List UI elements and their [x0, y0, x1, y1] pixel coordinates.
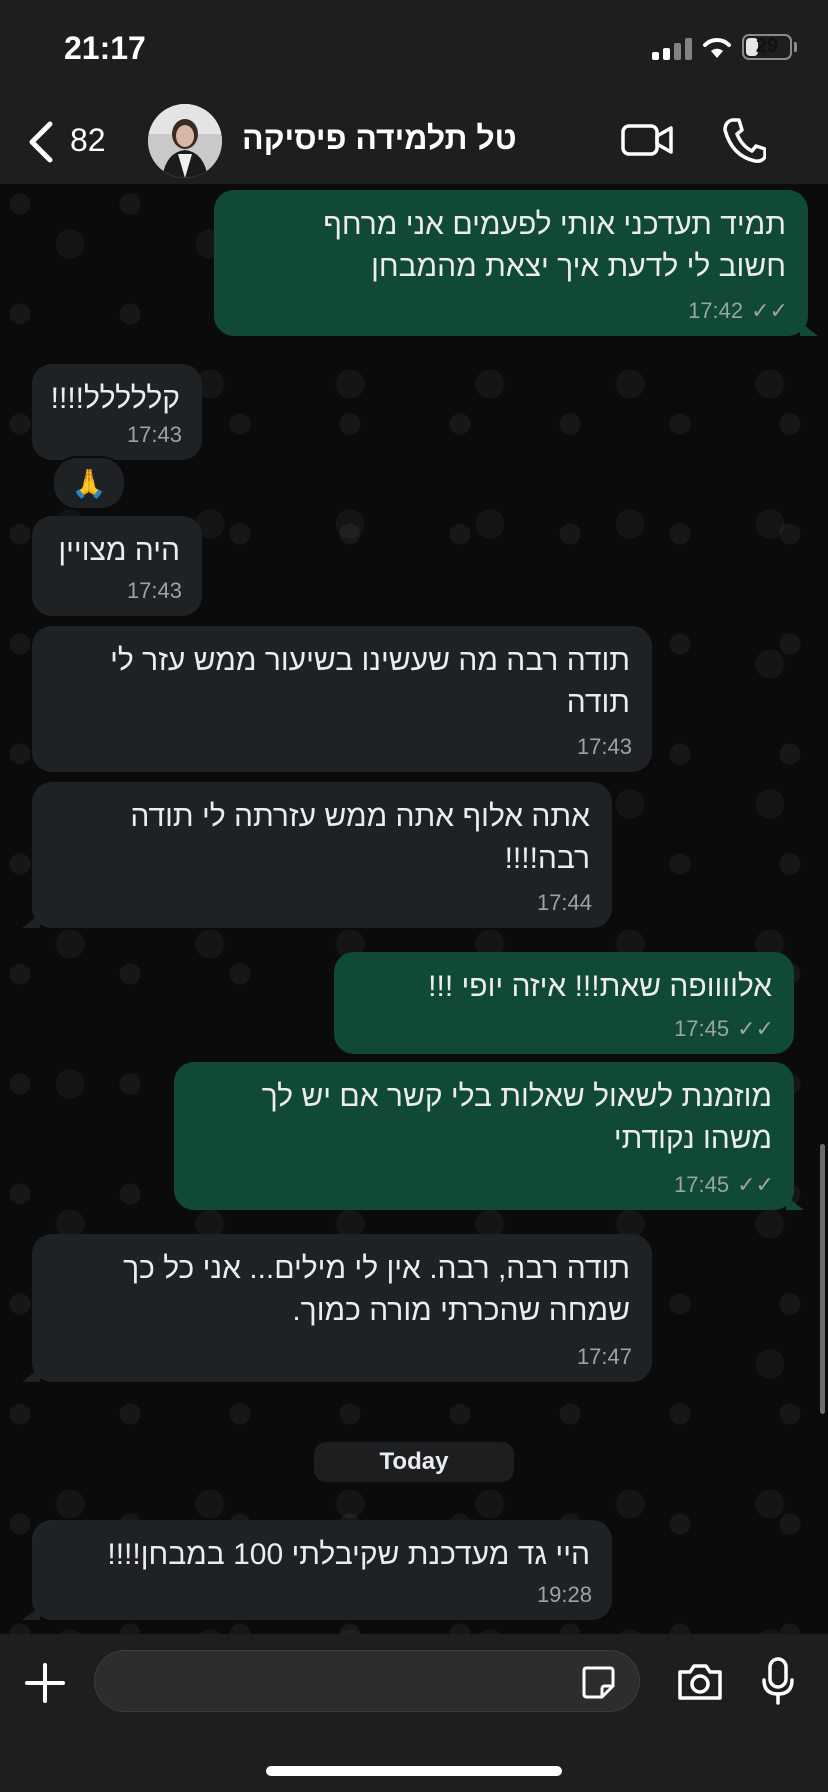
message-text: אתה אלוף אתה ממש עזרתה לי תודה רבה!!!! [130, 800, 590, 875]
message-bubble-incoming[interactable]: היה מצויין 17:43 [32, 516, 202, 616]
video-camera-icon[interactable] [620, 118, 674, 162]
scrollbar[interactable] [820, 1144, 825, 1414]
chat-header: 82 טל תלמידה פיסיקה [0, 100, 828, 184]
message-time: 17:45 ✓✓ [674, 1172, 774, 1197]
message-text: היה מצויין [58, 534, 180, 567]
unread-count[interactable]: 82 [70, 122, 106, 159]
home-indicator[interactable] [266, 1766, 562, 1776]
message-text: תודה רבה מה שעשינו בשיעור ממש עזר לי תוד… [110, 644, 630, 719]
message-bubble-incoming[interactable]: תודה רבה מה שעשינו בשיעור ממש עזר לי תוד… [32, 626, 652, 772]
message-text: תמיד תעדכני אותי לפעמים אני מרחף חשוב לי… [323, 208, 786, 283]
bubble-tail [22, 914, 40, 928]
message-time: 17:43 [126, 578, 182, 603]
contact-name[interactable]: טל תלמידה פיסיקה [242, 120, 517, 157]
cellular-signal-icon [652, 38, 692, 60]
bubble-tail [786, 1196, 804, 1210]
status-bar: 21:17 29 [0, 0, 828, 100]
chat-area[interactable]: תמיד תעדכני אותי לפעמים אני מרחף חשוב לי… [0, 184, 828, 1634]
wifi-icon [703, 38, 731, 58]
battery-percentage: 29 [755, 35, 779, 57]
bubble-tail [22, 1606, 40, 1620]
message-bubble-incoming[interactable]: קללללל!!!! 17:43 [32, 364, 202, 460]
message-bubble-incoming[interactable]: תודה רבה, רבה. אין לי מילים... אני כל כך… [22, 1234, 652, 1382]
phone-icon[interactable] [722, 116, 766, 164]
message-text: קללללל!!!! [50, 382, 180, 415]
message-text: היי גד מעדכנת שקיבלתי 100 במבחן!!!! [107, 1538, 590, 1571]
message-time: 19:28 [536, 1582, 592, 1607]
double-check-icon: ✓✓ [737, 1016, 774, 1041]
chevron-left-icon[interactable] [22, 118, 62, 166]
message-bubble-incoming[interactable]: אתה אלוף אתה ממש עזרתה לי תודה רבה!!!! 1… [22, 782, 612, 928]
message-bubble-outgoing[interactable]: תמיד תעדכני אותי לפעמים אני מרחף חשוב לי… [214, 190, 818, 336]
avatar[interactable] [148, 104, 222, 178]
message-input-bar [0, 1634, 828, 1792]
microphone-icon[interactable] [760, 1656, 796, 1706]
battery-tip [794, 42, 797, 52]
message-input[interactable] [94, 1650, 640, 1712]
message-time: 17:47 [576, 1344, 632, 1369]
plus-icon[interactable] [24, 1662, 66, 1704]
bubble-tail [800, 322, 818, 336]
message-bubble-incoming[interactable]: היי גד מעדכנת שקיבלתי 100 במבחן!!!! 19:2… [22, 1520, 612, 1620]
message-time: 17:44 [536, 890, 592, 915]
sticker-icon[interactable] [580, 1664, 616, 1700]
message-bubble-outgoing[interactable]: מוזמנת לשאול שאלות בלי קשר אם יש לך משהו… [174, 1062, 804, 1210]
message-text: אלוווופה שאת!!! איזה יופי !!! [428, 970, 772, 1003]
message-time: 17:43 [126, 422, 182, 447]
double-check-icon: ✓✓ [737, 1172, 774, 1197]
bubble-tail [22, 1368, 40, 1382]
camera-icon[interactable] [676, 1662, 724, 1702]
double-check-icon: ✓✓ [751, 298, 788, 323]
message-time: 17:42 ✓✓ [688, 298, 788, 323]
message-text: מוזמנת לשאול שאלות בלי קשר אם יש לך משהו… [261, 1080, 772, 1155]
reaction-pray-emoji[interactable]: 🙏 [52, 456, 126, 510]
battery-icon: 29 [742, 34, 792, 60]
status-time: 21:17 [64, 30, 146, 66]
message-time: 17:45 ✓✓ [674, 1016, 774, 1041]
message-text: תודה רבה, רבה. אין לי מילים... אני כל כך… [123, 1252, 630, 1327]
message-time: 17:43 [576, 734, 632, 759]
message-bubble-outgoing[interactable]: אלוווופה שאת!!! איזה יופי !!! 17:45 ✓✓ [334, 952, 794, 1054]
date-separator: Today [314, 1442, 514, 1482]
